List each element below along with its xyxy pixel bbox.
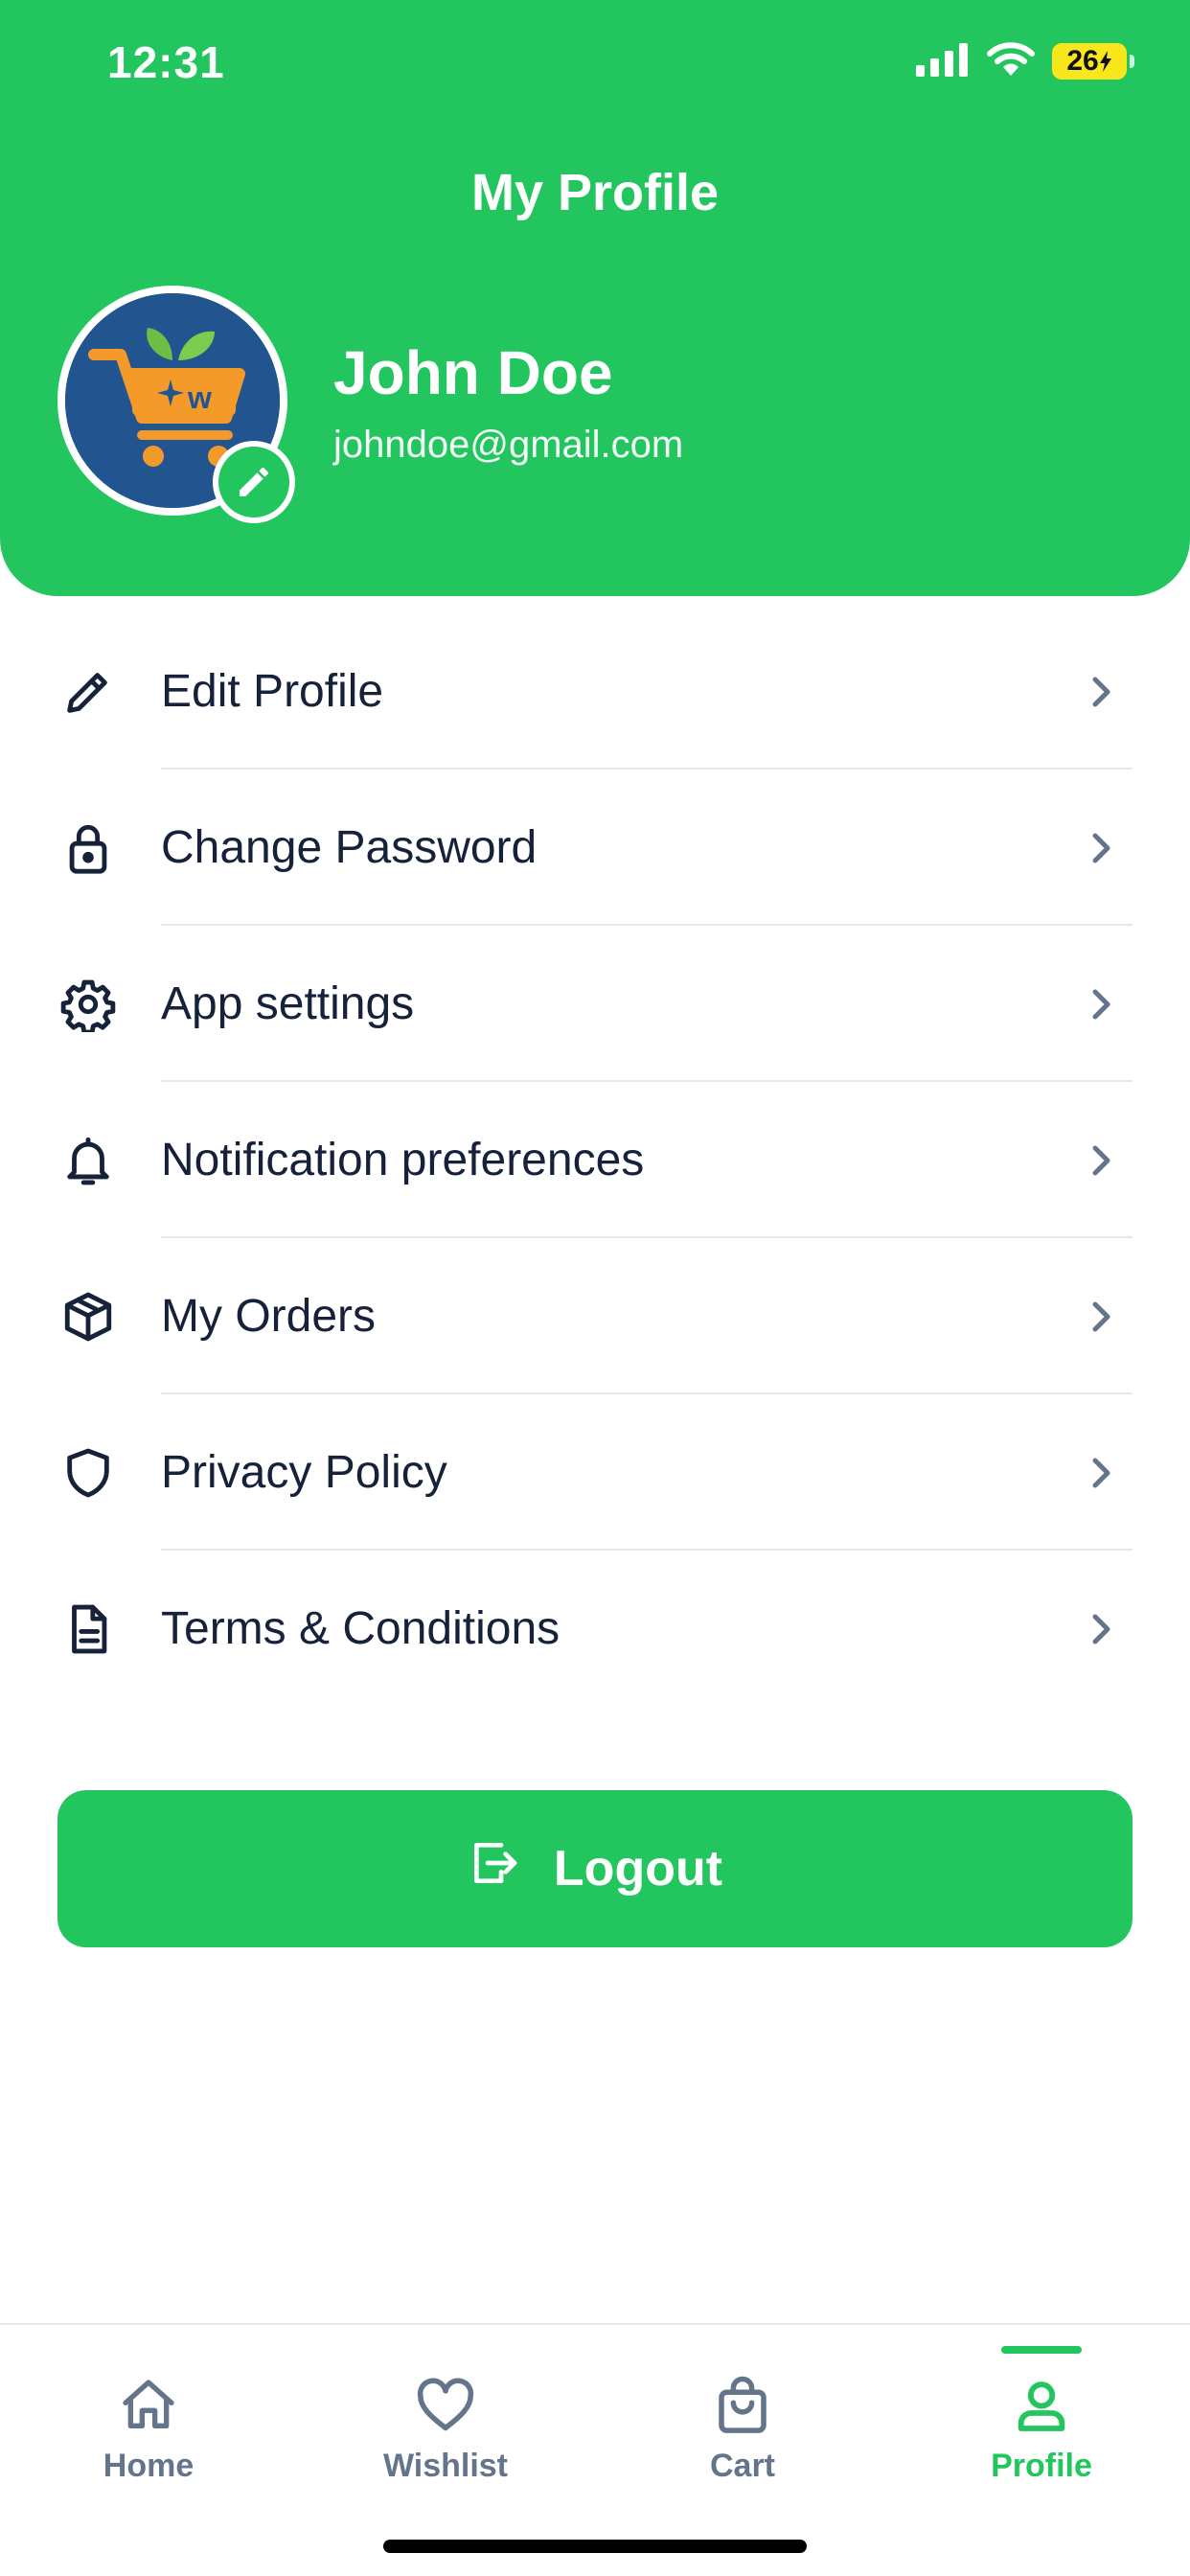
- menu-item-label: Edit Profile: [161, 666, 384, 717]
- menu-item-label: Terms & Conditions: [161, 1603, 561, 1654]
- menu-item-label: Change Password: [161, 822, 538, 873]
- document-icon: [57, 1598, 119, 1660]
- menu-item-change-password[interactable]: Change Password: [0, 770, 1190, 926]
- profile-menu: Edit Profile Change Password App setting…: [0, 613, 1190, 1707]
- heart-icon: [411, 2371, 480, 2440]
- home-icon: [114, 2371, 183, 2440]
- chevron-right-icon: [1083, 1610, 1121, 1648]
- pencil-icon: [57, 661, 119, 723]
- shield-icon: [57, 1442, 119, 1504]
- tab-label: Profile: [991, 2448, 1092, 2484]
- svg-text:w: w: [187, 380, 212, 415]
- shopping-bag-icon: [708, 2371, 777, 2440]
- user-name: John Doe: [333, 338, 613, 407]
- chevron-right-icon: [1083, 673, 1121, 711]
- home-indicator[interactable]: [383, 2540, 807, 2553]
- battery-indicator: 26: [1052, 43, 1134, 80]
- menu-item-label: My Orders: [161, 1291, 377, 1342]
- gear-icon: [57, 974, 119, 1035]
- chevron-right-icon: [1083, 1141, 1121, 1180]
- tab-label: Wishlist: [382, 2448, 509, 2484]
- menu-item-terms-conditions[interactable]: Terms & Conditions: [0, 1551, 1190, 1707]
- status-icons: 26: [916, 40, 1134, 82]
- status-time: 12:31: [107, 37, 225, 87]
- avatar-edit-button[interactable]: [213, 441, 295, 523]
- pencil-icon: [240, 468, 268, 496]
- tab-cart[interactable]: Cart: [594, 2325, 891, 2517]
- bell-icon: [57, 1130, 119, 1191]
- logout-button[interactable]: Logout: [57, 1790, 1133, 1947]
- chevron-right-icon: [1083, 829, 1121, 867]
- page-title: My Profile: [470, 164, 720, 221]
- menu-item-notification-preferences[interactable]: Notification preferences: [0, 1082, 1190, 1238]
- menu-item-app-settings[interactable]: App settings: [0, 926, 1190, 1082]
- logout-icon: [468, 1836, 521, 1902]
- logout-label: Logout: [553, 1841, 723, 1897]
- menu-item-privacy-policy[interactable]: Privacy Policy: [0, 1394, 1190, 1551]
- menu-item-my-orders[interactable]: My Orders: [0, 1238, 1190, 1394]
- tab-home[interactable]: Home: [0, 2325, 297, 2517]
- bottom-tab-bar: Home Wishlist Cart Profile: [0, 2323, 1190, 2576]
- lock-icon: [57, 817, 119, 879]
- tab-profile[interactable]: Profile: [893, 2325, 1190, 2517]
- profile-screen: 12:31 26 My Profile w John Doe johndoe@g…: [0, 0, 1190, 2576]
- menu-item-label: Privacy Policy: [161, 1447, 447, 1498]
- active-tab-indicator: [1001, 2346, 1082, 2354]
- wifi-icon: [987, 41, 1035, 82]
- box-icon: [57, 1286, 119, 1347]
- menu-item-label: App settings: [161, 978, 415, 1029]
- user-icon: [1007, 2371, 1076, 2440]
- chevron-right-icon: [1083, 1298, 1121, 1336]
- menu-item-label: Notification preferences: [161, 1135, 645, 1185]
- user-email: johndoe@gmail.com: [333, 424, 684, 466]
- menu-item-edit-profile[interactable]: Edit Profile: [0, 613, 1190, 770]
- chevron-right-icon: [1083, 1454, 1121, 1492]
- charging-icon: [1099, 51, 1111, 72]
- profile-header: 12:31 26 My Profile w John Doe johndoe@g…: [0, 0, 1190, 596]
- tab-label: Home: [103, 2448, 195, 2484]
- signal-icon: [916, 42, 970, 81]
- chevron-right-icon: [1083, 985, 1121, 1024]
- tab-wishlist[interactable]: Wishlist: [297, 2325, 594, 2517]
- battery-level: 26: [1066, 45, 1099, 77]
- tab-label: Cart: [709, 2448, 776, 2484]
